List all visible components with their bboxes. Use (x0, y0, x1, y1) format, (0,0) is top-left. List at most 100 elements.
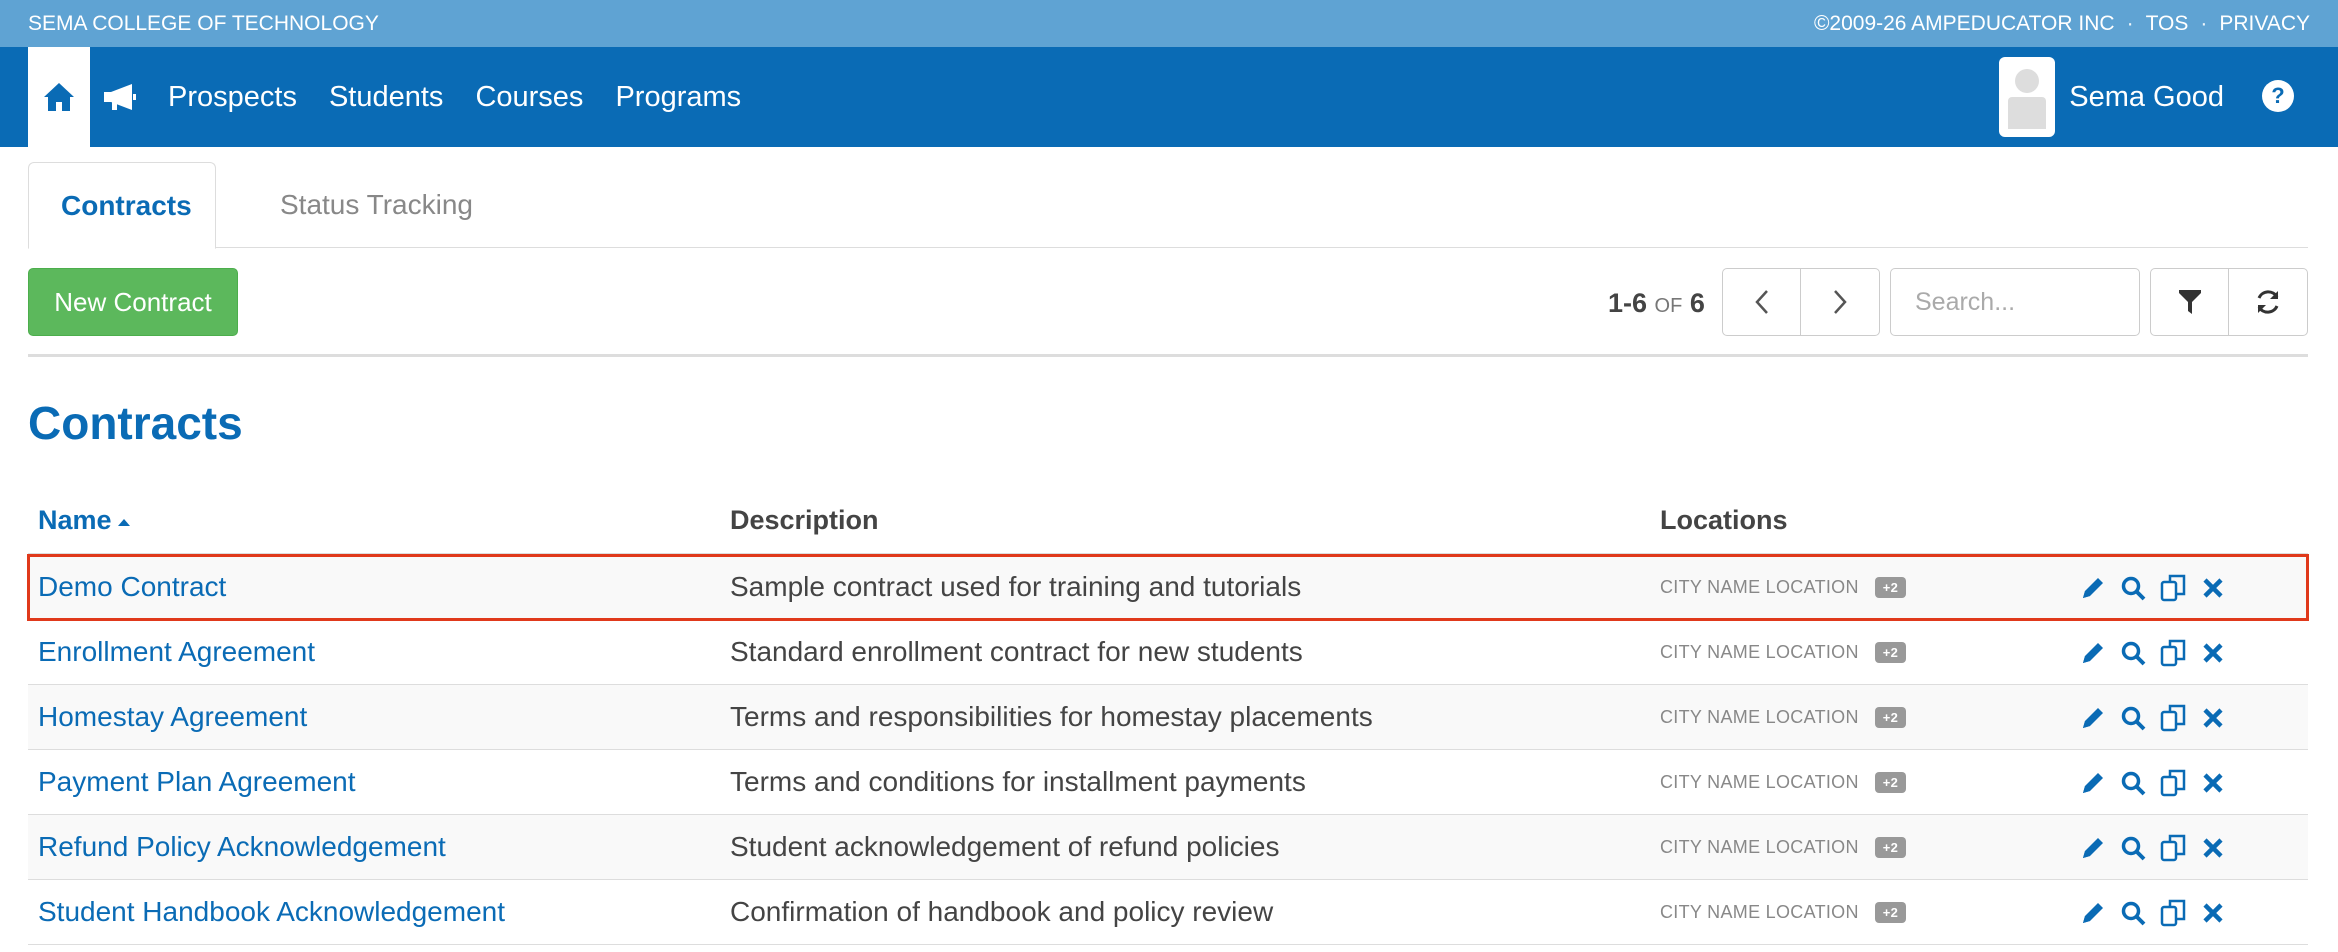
delete-button[interactable] (2198, 638, 2228, 668)
delete-button[interactable] (2198, 833, 2228, 863)
pager-range: 1-6 (1608, 288, 1648, 318)
row-actions (2078, 898, 2228, 928)
copy-button[interactable] (2158, 898, 2188, 928)
delete-button[interactable] (2198, 573, 2228, 603)
contract-description: Confirmation of handbook and policy revi… (730, 896, 1274, 927)
edit-button[interactable] (2078, 573, 2108, 603)
view-button[interactable] (2118, 703, 2148, 733)
magnifier-icon (2121, 641, 2146, 666)
copy-icon (2160, 639, 2186, 667)
search-input[interactable] (1890, 268, 2140, 336)
copy-button[interactable] (2158, 768, 2188, 798)
copy-button[interactable] (2158, 638, 2188, 668)
refresh-button[interactable] (2229, 269, 2307, 335)
tab-contracts[interactable]: Contracts (28, 162, 216, 249)
contract-name-link[interactable]: Demo Contract (38, 571, 226, 603)
close-icon (2203, 578, 2223, 598)
home-icon (44, 83, 74, 111)
copy-icon (2160, 704, 2186, 732)
next-page-button[interactable] (1801, 269, 1879, 335)
nav-students[interactable]: Students (329, 81, 443, 114)
copy-button[interactable] (2158, 703, 2188, 733)
nav-links: Prospects Students Courses Programs (168, 47, 741, 147)
main-navbar: Prospects Students Courses Programs Sema… (0, 47, 2338, 147)
nav-prospects[interactable]: Prospects (168, 81, 297, 114)
header-description: Description (730, 505, 879, 535)
location-count-badge[interactable]: +2 (1874, 642, 1907, 663)
tos-link[interactable]: TOS (2146, 12, 2189, 36)
filter-icon (2178, 290, 2201, 314)
help-icon[interactable]: ? (2262, 80, 2294, 112)
delete-button[interactable] (2198, 898, 2228, 928)
table-row: Refund Policy Acknowledgement Student ac… (28, 815, 2308, 880)
table-row: Enrollment Agreement Standard enrollment… (28, 620, 2308, 685)
location-name: CITY NAME LOCATION (1660, 902, 1859, 922)
copyright-text: ©2009-26 AMPEDUCATOR INC (1813, 12, 2115, 35)
copy-icon (2160, 834, 2186, 862)
top-strip-links: ©2009-26 AMPEDUCATOR INC · TOS · PRIVACY (1814, 12, 2310, 36)
location-name: CITY NAME LOCATION (1660, 837, 1859, 857)
contract-name-link[interactable]: Homestay Agreement (38, 701, 307, 733)
row-actions (2078, 638, 2228, 668)
home-button[interactable] (28, 47, 90, 147)
edit-button[interactable] (2078, 833, 2108, 863)
contract-description: Terms and conditions for installment pay… (730, 766, 1306, 797)
view-button[interactable] (2118, 898, 2148, 928)
row-actions (2078, 768, 2228, 798)
chevron-right-icon (1834, 290, 1847, 314)
delete-button[interactable] (2198, 703, 2228, 733)
contract-name-link[interactable]: Payment Plan Agreement (38, 766, 356, 798)
page-title: Contracts (28, 397, 243, 449)
table-row: Demo Contract Sample contract used for t… (27, 554, 2309, 621)
megaphone-icon (104, 84, 136, 110)
pagination-summary: 1-6 OF 6 (1608, 288, 1705, 319)
edit-button[interactable] (2078, 768, 2108, 798)
toolbar-divider (28, 354, 2308, 357)
location-count-badge[interactable]: +2 (1874, 837, 1907, 858)
location-name: CITY NAME LOCATION (1660, 577, 1859, 597)
privacy-link[interactable]: PRIVACY (2219, 12, 2310, 36)
close-icon (2203, 643, 2223, 663)
contract-location: CITY NAME LOCATION +2 (1660, 577, 1907, 598)
header-name[interactable]: Name (38, 505, 130, 536)
avatar (1999, 57, 2056, 137)
nav-programs[interactable]: Programs (615, 81, 741, 114)
table-row: Student Handbook Acknowledgement Confirm… (28, 880, 2308, 945)
delete-button[interactable] (2198, 768, 2228, 798)
copy-icon (2160, 574, 2186, 602)
user-name: Sema Good (2069, 80, 2224, 113)
location-count-badge[interactable]: +2 (1874, 577, 1907, 598)
contract-description: Sample contract used for training and tu… (730, 571, 1302, 602)
close-icon (2203, 903, 2223, 923)
contract-name-link[interactable]: Refund Policy Acknowledgement (38, 831, 446, 863)
contract-name-link[interactable]: Enrollment Agreement (38, 636, 315, 668)
location-count-badge[interactable]: +2 (1874, 707, 1907, 728)
user-menu[interactable]: Sema Good (1999, 57, 2224, 137)
contract-location: CITY NAME LOCATION +2 (1660, 902, 1907, 923)
copy-button[interactable] (2158, 833, 2188, 863)
filter-button[interactable] (2151, 269, 2229, 335)
pager-total: 6 (1689, 288, 1705, 318)
tab-status-tracking[interactable]: Status Tracking (248, 162, 505, 248)
prev-page-button[interactable] (1723, 269, 1801, 335)
view-button[interactable] (2118, 638, 2148, 668)
location-name: CITY NAME LOCATION (1660, 642, 1859, 662)
announcements-button[interactable] (100, 77, 140, 117)
new-contract-button[interactable]: New Contract (28, 268, 238, 336)
tool-buttons (2150, 268, 2308, 336)
view-button[interactable] (2118, 833, 2148, 863)
view-button[interactable] (2118, 768, 2148, 798)
location-count-badge[interactable]: +2 (1874, 772, 1907, 793)
edit-button[interactable] (2078, 703, 2108, 733)
header-locations: Locations (1660, 505, 1788, 535)
copy-button[interactable] (2158, 573, 2188, 603)
nav-courses[interactable]: Courses (475, 81, 583, 114)
view-button[interactable] (2118, 573, 2148, 603)
location-count-badge[interactable]: +2 (1874, 902, 1907, 923)
refresh-icon (2257, 290, 2279, 314)
contract-name-link[interactable]: Student Handbook Acknowledgement (38, 896, 505, 928)
edit-button[interactable] (2078, 898, 2108, 928)
edit-button[interactable] (2078, 638, 2108, 668)
magnifier-icon (2121, 771, 2146, 796)
row-actions (2078, 833, 2228, 863)
